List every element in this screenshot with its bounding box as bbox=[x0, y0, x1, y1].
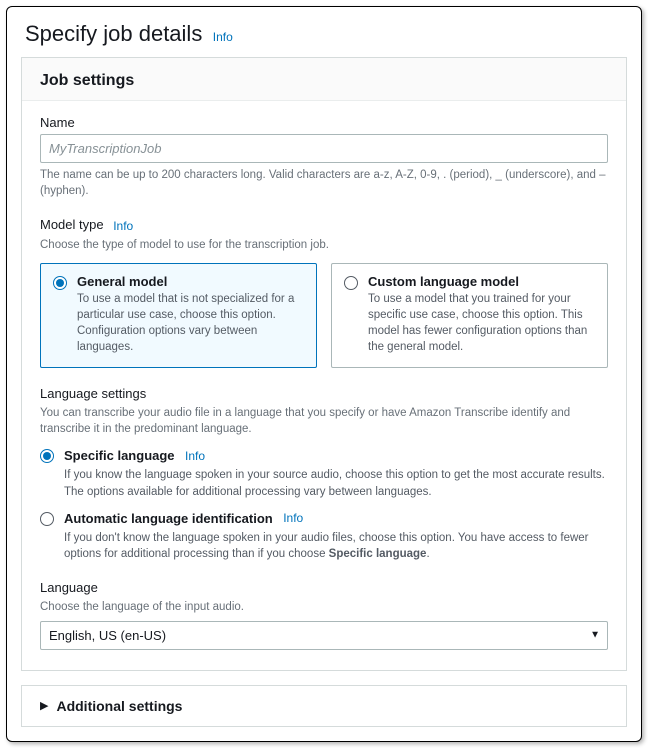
radio-title: Specific language bbox=[64, 448, 175, 463]
lang-option-auto[interactable]: Automatic language identification Info I… bbox=[40, 510, 608, 562]
tile-desc: To use a model that you trained for your… bbox=[368, 291, 595, 355]
name-label: Name bbox=[40, 115, 75, 130]
panel-title: Job settings bbox=[40, 72, 608, 90]
auto-lang-info-link[interactable]: Info bbox=[283, 511, 303, 525]
lang-settings-label: Language settings bbox=[40, 386, 146, 401]
lang-settings-hint: You can transcribe your audio file in a … bbox=[40, 405, 608, 437]
page-title: Specify job details bbox=[25, 21, 202, 46]
tile-title: General model bbox=[77, 274, 304, 289]
additional-settings-panel: ▶ Additional settings bbox=[21, 685, 627, 727]
additional-settings-toggle[interactable]: ▶ Additional settings bbox=[22, 686, 626, 726]
radio-desc: If you don't know the language spoken in… bbox=[64, 530, 608, 562]
job-settings-panel: Job settings Name The name can be up to … bbox=[21, 57, 627, 671]
lang-option-specific[interactable]: Specific language Info If you know the l… bbox=[40, 447, 608, 499]
name-hint: The name can be up to 200 characters lon… bbox=[40, 167, 608, 199]
radio-icon bbox=[344, 276, 358, 290]
radio-title: Automatic language identification bbox=[64, 511, 273, 526]
language-select[interactable]: English, US (en-US) bbox=[40, 621, 608, 650]
radio-icon bbox=[40, 449, 54, 463]
specific-lang-info-link[interactable]: Info bbox=[185, 449, 205, 463]
model-type-general[interactable]: General model To use a model that is not… bbox=[40, 263, 317, 368]
model-type-info-link[interactable]: Info bbox=[113, 219, 133, 233]
model-type-custom[interactable]: Custom language model To use a model tha… bbox=[331, 263, 608, 368]
page-info-link[interactable]: Info bbox=[213, 30, 233, 44]
caret-right-icon: ▶ bbox=[40, 699, 48, 712]
radio-icon bbox=[40, 512, 54, 526]
additional-settings-title: Additional settings bbox=[56, 698, 182, 714]
model-type-hint: Choose the type of model to use for the … bbox=[40, 237, 608, 253]
tile-title: Custom language model bbox=[368, 274, 595, 289]
name-input[interactable] bbox=[40, 134, 608, 163]
model-type-label: Model type bbox=[40, 217, 104, 232]
language-hint: Choose the language of the input audio. bbox=[40, 599, 608, 615]
language-label: Language bbox=[40, 580, 98, 595]
radio-icon bbox=[53, 276, 67, 290]
radio-desc: If you know the language spoken in your … bbox=[64, 467, 608, 499]
tile-desc: To use a model that is not specialized f… bbox=[77, 291, 304, 355]
